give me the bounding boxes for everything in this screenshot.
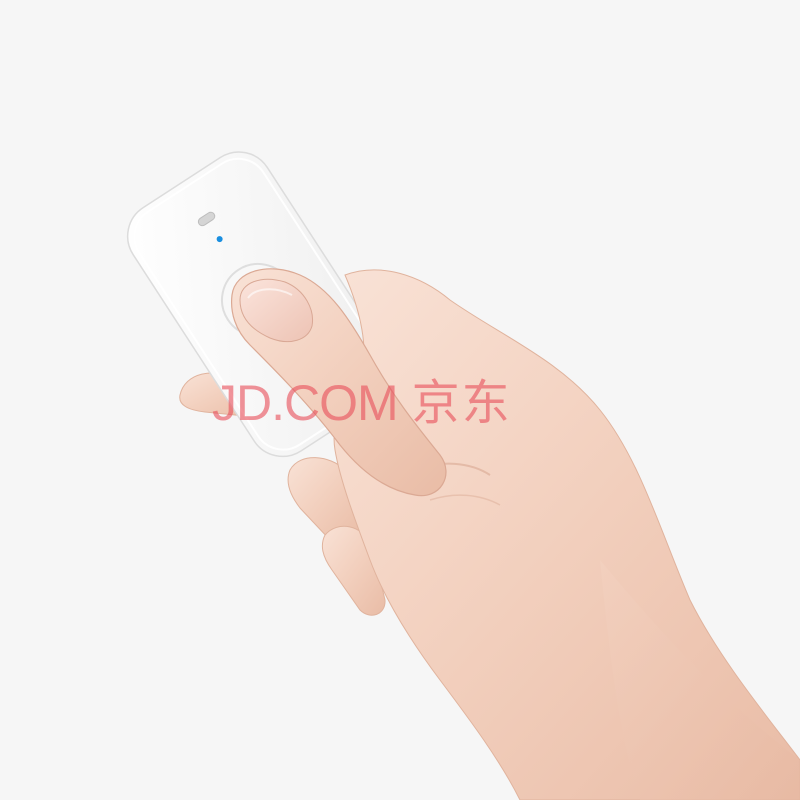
hand xyxy=(333,269,800,800)
photo-scene xyxy=(126,151,800,800)
product-photo: JD.COM 京东 xyxy=(0,0,800,800)
